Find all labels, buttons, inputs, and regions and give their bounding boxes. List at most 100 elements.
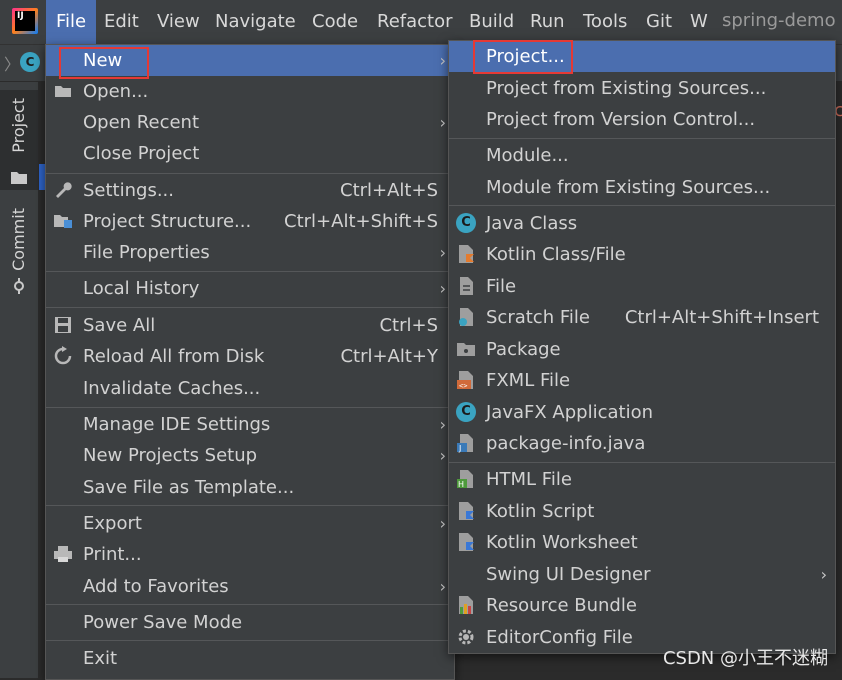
- menu-item-label: Module...: [486, 145, 569, 166]
- html-file-icon: H: [457, 470, 473, 489]
- tab-project[interactable]: Project: [0, 90, 38, 190]
- breadcrumb-arrow-icon: 〉: [4, 55, 21, 74]
- fxml-file-icon: <>: [457, 371, 473, 390]
- menu-item-kotlin-worksheet[interactable]: Kotlin Worksheet: [449, 527, 835, 558]
- menu-window[interactable]: W: [690, 0, 708, 44]
- menu-run[interactable]: Run: [530, 0, 565, 44]
- menu-item-label: package-info.java: [486, 433, 646, 454]
- menu-item-java-class[interactable]: C Java Class: [449, 208, 835, 239]
- logo-text: IJ: [15, 11, 35, 31]
- tab-commit-label: Commit: [9, 208, 28, 271]
- menu-item-label: HTML File: [486, 469, 572, 490]
- menu-item-label: Open...: [83, 81, 149, 102]
- menu-item-add-to-favorites[interactable]: Add to Favorites ›: [46, 571, 454, 602]
- menu-item-invalidate-caches[interactable]: Invalidate Caches...: [46, 373, 454, 404]
- title-bar: IJ File Edit View Navigate Code Refactor…: [0, 0, 842, 45]
- intellij-logo-icon[interactable]: IJ: [12, 8, 38, 34]
- folder-icon: [55, 86, 71, 97]
- menu-build[interactable]: Build: [469, 0, 514, 44]
- menu-edit[interactable]: Edit: [104, 0, 139, 44]
- watermark: CSDN @小王不迷糊: [662, 648, 828, 669]
- menu-item-label: Package: [486, 339, 561, 360]
- gear-icon: [458, 629, 474, 645]
- menu-item-label: Save All: [83, 315, 156, 336]
- file-menu: New › Open... Open Recent › Close Projec…: [45, 44, 455, 680]
- menu-item-file-properties[interactable]: File Properties ›: [46, 237, 454, 268]
- menu-navigate[interactable]: Navigate: [215, 0, 296, 44]
- menu-item-label: Add to Favorites: [83, 576, 229, 597]
- menu-item-kotlin-class[interactable]: Kotlin Class/File: [449, 239, 835, 270]
- menu-item-export[interactable]: Export ›: [46, 508, 454, 539]
- menu-item-package-info[interactable]: J package-info.java: [449, 428, 835, 459]
- tab-commit[interactable]: Commit: [0, 200, 38, 300]
- menu-item-new-project[interactable]: Project...: [449, 41, 835, 72]
- menu-code[interactable]: Code: [312, 0, 358, 44]
- menu-item-label: Save File as Template...: [83, 477, 295, 498]
- menu-item-label: EditorConfig File: [486, 627, 633, 648]
- menu-item-label: Reload All from Disk: [83, 346, 265, 367]
- menu-item-label: Kotlin Worksheet: [486, 532, 638, 553]
- menu-item-module-from-existing-sources[interactable]: Module from Existing Sources...: [449, 172, 835, 203]
- menu-item-close-project[interactable]: Close Project: [46, 138, 454, 169]
- menu-item-print[interactable]: Print...: [46, 539, 454, 570]
- menu-item-new[interactable]: New ›: [46, 45, 454, 76]
- menu-item-fxml-file[interactable]: <> FXML File: [449, 365, 835, 396]
- project-structure-icon: [54, 215, 72, 228]
- kotlin-file-icon: [459, 245, 474, 263]
- submenu-arrow-icon: ›: [820, 565, 827, 584]
- menu-item-power-save-mode[interactable]: Power Save Mode: [46, 607, 454, 638]
- menu-separator: [46, 640, 454, 641]
- menu-item-label: Print...: [83, 544, 142, 565]
- menu-git[interactable]: Git: [646, 0, 672, 44]
- menu-item-label: FXML File: [486, 370, 571, 391]
- menu-item-swing-ui-designer[interactable]: Swing UI Designer ›: [449, 559, 835, 590]
- class-icon[interactable]: C: [20, 52, 40, 72]
- menu-item-manage-ide-settings[interactable]: Manage IDE Settings ›: [46, 409, 454, 440]
- menu-item-scratch-file[interactable]: Scratch File Ctrl+Alt+Shift+Insert: [449, 302, 835, 333]
- menu-item-local-history[interactable]: Local History ›: [46, 273, 454, 304]
- menu-item-save-file-as-template[interactable]: Save File as Template...: [46, 472, 454, 503]
- scratch-file-icon: [459, 308, 473, 326]
- menu-item-file[interactable]: File: [449, 271, 835, 302]
- menu-item-project-from-vcs[interactable]: Project from Version Control...: [449, 104, 835, 135]
- menu-item-save-all[interactable]: Save All Ctrl+S: [46, 310, 454, 341]
- menu-item-reload-all[interactable]: Reload All from Disk Ctrl+Alt+Y: [46, 341, 454, 372]
- menu-view[interactable]: View: [157, 0, 200, 44]
- menu-item-label: Java Class: [486, 213, 578, 234]
- submenu-arrow-icon: ›: [439, 514, 446, 533]
- menu-item-label: Scratch File: [486, 307, 590, 328]
- menu-item-html-file[interactable]: H HTML File: [449, 464, 835, 495]
- menu-item-package[interactable]: Package: [449, 334, 835, 365]
- menu-item-project-from-existing-sources[interactable]: Project from Existing Sources...: [449, 73, 835, 104]
- menu-tools[interactable]: Tools: [583, 0, 627, 44]
- tab-project-label: Project: [9, 98, 28, 153]
- menu-item-label: JavaFX Application: [486, 402, 654, 423]
- submenu-arrow-icon: ›: [439, 113, 446, 132]
- menu-separator: [46, 271, 454, 272]
- menu-refactor[interactable]: Refactor: [377, 0, 453, 44]
- menu-item-javafx-application[interactable]: C JavaFX Application: [449, 397, 835, 428]
- menu-item-kotlin-script[interactable]: Kotlin Script: [449, 496, 835, 527]
- menu-separator: [46, 604, 454, 605]
- package-icon: [457, 343, 475, 356]
- menu-item-label: Resource Bundle: [486, 595, 637, 616]
- menu-item-open[interactable]: Open...: [46, 76, 454, 107]
- menu-item-label: Module from Existing Sources...: [486, 177, 771, 198]
- menu-item-exit[interactable]: Exit: [46, 643, 454, 674]
- menu-separator: [46, 505, 454, 506]
- menu-item-new-projects-setup[interactable]: New Projects Setup ›: [46, 440, 454, 471]
- menu-item-resource-bundle[interactable]: Resource Bundle: [449, 590, 835, 621]
- menu-item-label: Kotlin Class/File: [486, 244, 626, 265]
- java-class-icon: C: [456, 213, 476, 233]
- menu-item-label: Local History: [83, 278, 200, 299]
- menu-item-open-recent[interactable]: Open Recent ›: [46, 107, 454, 138]
- kotlin-worksheet-icon: [459, 533, 474, 551]
- kotlin-script-icon: [459, 502, 474, 520]
- menu-file[interactable]: File: [46, 0, 96, 44]
- menu-item-module[interactable]: Module...: [449, 140, 835, 171]
- menu-separator: [449, 462, 835, 463]
- menu-item-settings[interactable]: Settings... Ctrl+Alt+S: [46, 175, 454, 206]
- menu-item-shortcut: Ctrl+S: [379, 315, 438, 336]
- menu-item-shortcut: Ctrl+Alt+Shift+S: [284, 211, 438, 232]
- menu-item-project-structure[interactable]: Project Structure... Ctrl+Alt+Shift+S: [46, 206, 454, 237]
